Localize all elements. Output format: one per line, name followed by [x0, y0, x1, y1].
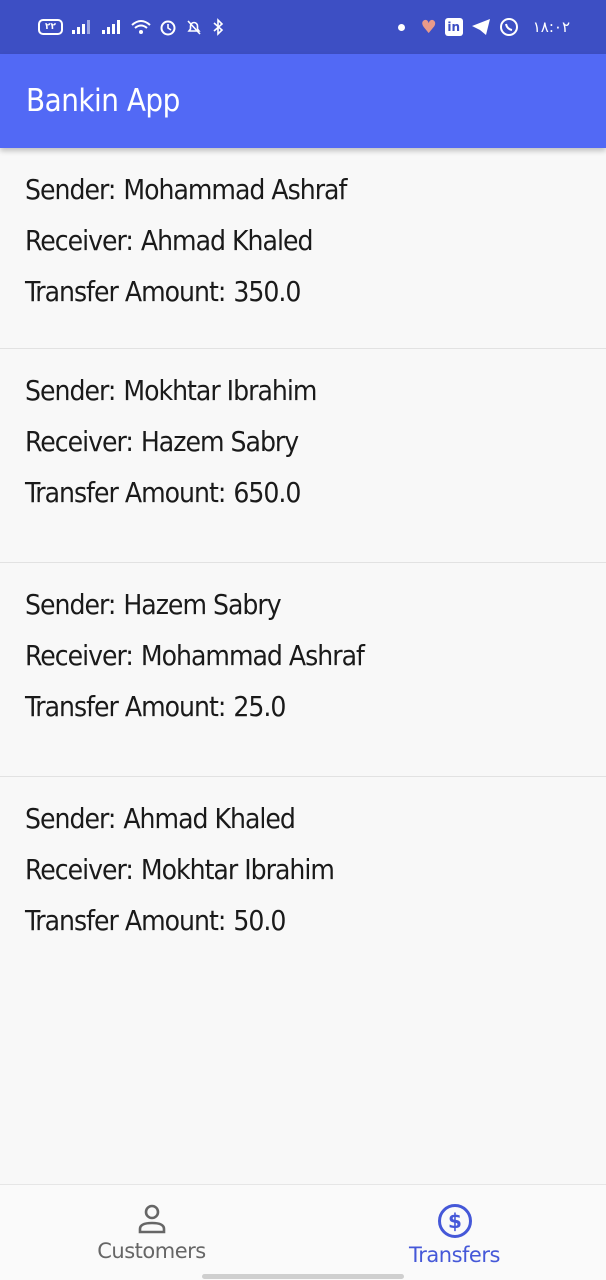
nav-customers-label: Customers [97, 1239, 206, 1263]
sender-label: Sender: [25, 173, 116, 206]
sender-label: Sender: [25, 802, 116, 835]
receiver-line: Receiver: Ahmad Khaled [25, 219, 606, 270]
health-heart-icon: ♥ [420, 16, 437, 38]
sender-line: Sender: Mohammad Ashraf [25, 168, 606, 219]
amount-line: Transfer Amount: 50.0 [25, 899, 606, 950]
receiver-line: Receiver: Hazem Sabry [25, 420, 606, 471]
amount-value: 650.0 [233, 476, 301, 509]
nav-transfers-label: Transfers [409, 1243, 500, 1267]
transfer-item[interactable]: Sender: Hazem Sabry Receiver: Mohammad Ash… [0, 563, 606, 777]
wifi-icon [131, 20, 151, 34]
amount-label: Transfer Amount: [25, 690, 226, 723]
transfer-item[interactable]: Sender: Ahmad Khaled Receiver: Mokhtar Ibr… [0, 777, 606, 991]
receiver-value: Hazem Sabry [140, 425, 299, 458]
receiver-line: Receiver: Mokhtar Ibrahim [25, 848, 606, 899]
notifications-off-icon [187, 20, 201, 35]
sender-line: Sender: Mokhtar Ibrahim [25, 369, 606, 420]
transfer-item[interactable]: Sender: Mohammad Ashraf Receiver: Ahmad Kh… [0, 148, 606, 349]
status-bar: ۲۲ ♥ in ١٨:٠٢ [0, 0, 606, 54]
amount-label: Transfer Amount: [25, 275, 226, 308]
receiver-value: Ahmad Khaled [140, 224, 314, 257]
sender-value: Hazem Sabry [123, 588, 281, 621]
amount-line: Transfer Amount: 350.0 [25, 270, 606, 321]
amount-label: Transfer Amount: [25, 904, 226, 937]
home-indicator[interactable] [202, 1274, 404, 1279]
sim-badge: ۲۲ [38, 19, 63, 35]
linkedin-icon: in [444, 18, 463, 36]
signal-strength-icon [72, 20, 90, 34]
receiver-value: Mohammad Ashraf [140, 639, 365, 672]
sender-line: Sender: Hazem Sabry [25, 583, 606, 634]
svg-text:$: $ [448, 1209, 462, 1233]
dollar-circle-icon: $ [437, 1204, 472, 1238]
receiver-value: Mokhtar Ibrahim [140, 853, 335, 886]
amount-value: 50.0 [233, 904, 286, 937]
receiver-label: Receiver: [25, 425, 134, 458]
status-time: ١٨:٠٢ [532, 18, 570, 36]
nav-tab-customers[interactable]: Customers [0, 1185, 303, 1280]
receiver-label: Receiver: [25, 639, 134, 672]
status-right-icons: ♥ in ١٨:٠٢ [397, 16, 570, 38]
status-left-icons: ۲۲ [38, 18, 225, 36]
app-title: Bankin App [26, 83, 180, 119]
app-bar: Bankin App [0, 54, 606, 148]
telegram-icon [471, 19, 490, 35]
sender-label: Sender: [25, 374, 116, 407]
amount-label: Transfer Amount: [25, 476, 226, 509]
sender-value: Ahmad Khaled [123, 802, 296, 835]
transfer-item[interactable]: Sender: Mokhtar Ibrahim Receiver: Hazem Sa… [0, 349, 606, 563]
notification-dot-icon [397, 23, 405, 31]
amount-value: 25.0 [233, 690, 286, 723]
bottom-navigation: Customers $ Transfers [0, 1184, 606, 1280]
sender-value: Mohammad Ashraf [123, 173, 347, 206]
sender-label: Sender: [25, 588, 116, 621]
receiver-label: Receiver: [25, 224, 134, 257]
receiver-line: Receiver: Mohammad Ashraf [25, 634, 606, 685]
person-icon [138, 1204, 165, 1234]
bluetooth-icon [213, 18, 224, 36]
alarm-icon [160, 20, 176, 36]
transfer-list: Sender: Mohammad Ashraf Receiver: Ahmad Kh… [0, 148, 606, 991]
amount-line: Transfer Amount: 25.0 [25, 685, 606, 736]
sender-line: Sender: Ahmad Khaled [25, 797, 606, 848]
whatsapp-icon [499, 18, 518, 36]
sender-value: Mokhtar Ibrahim [123, 374, 317, 407]
amount-line: Transfer Amount: 650.0 [25, 471, 606, 522]
signal-strength-icon [102, 20, 120, 34]
nav-tab-transfers[interactable]: $ Transfers [303, 1185, 606, 1280]
amount-value: 350.0 [233, 275, 301, 308]
receiver-label: Receiver: [25, 853, 134, 886]
